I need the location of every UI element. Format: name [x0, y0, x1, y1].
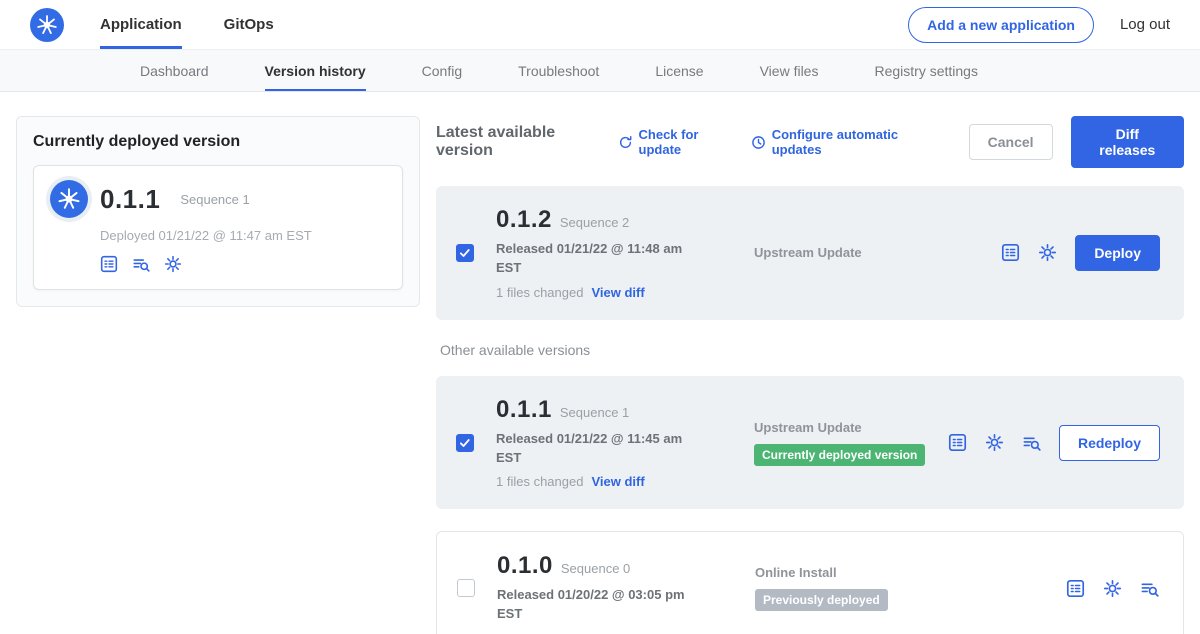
config-icon[interactable] — [1103, 579, 1122, 598]
version-source-label: Upstream Update — [754, 420, 948, 435]
currently-deployed-panel: Currently deployed version 0.1.1 Sequenc… — [16, 116, 420, 307]
version-sequence: Sequence 1 — [560, 405, 629, 420]
config-icon[interactable] — [164, 255, 182, 273]
version-history-panel: Latest available version Check for updat… — [436, 116, 1184, 634]
version-source-label: Upstream Update — [754, 245, 1001, 260]
version-checkbox[interactable] — [456, 434, 474, 452]
release-notes-icon[interactable] — [948, 433, 967, 452]
release-notes-icon[interactable] — [1066, 579, 1085, 598]
subtab-dashboard[interactable]: Dashboard — [140, 50, 209, 91]
deploy-button[interactable]: Deploy — [1075, 235, 1160, 271]
config-icon[interactable] — [1038, 243, 1057, 262]
previously-deployed-badge: Previously deployed — [755, 589, 888, 611]
version-number: 0.1.1 — [496, 396, 552, 424]
version-number: 0.1.0 — [497, 552, 553, 580]
diff-icon[interactable] — [1022, 433, 1041, 452]
version-row: 0.1.1 Sequence 1 Released 01/21/22 @ 11:… — [436, 376, 1184, 510]
version-source-label: Online Install — [755, 565, 1066, 580]
view-diff-link[interactable]: View diff — [591, 285, 644, 300]
subtab-license[interactable]: License — [655, 50, 703, 91]
files-changed-label: 1 files changed — [496, 285, 583, 300]
version-released: Released 01/20/22 @ 03:05 pm EST — [497, 586, 695, 624]
diff-icon[interactable] — [1140, 579, 1159, 598]
kubernetes-app-icon — [50, 180, 88, 218]
redeploy-button[interactable]: Redeploy — [1059, 425, 1160, 461]
version-sequence: Sequence 0 — [561, 561, 630, 576]
diff-releases-button[interactable]: Diff releases — [1071, 116, 1184, 168]
version-number: 0.1.2 — [496, 206, 552, 234]
currently-deployed-badge: Currently deployed version — [754, 444, 925, 466]
top-navbar: Application GitOps Add a new application… — [0, 0, 1200, 50]
subtab-view-files[interactable]: View files — [760, 50, 819, 91]
version-row: 0.1.2 Sequence 2 Released 01/21/22 @ 11:… — [436, 186, 1184, 320]
subtab-troubleshoot[interactable]: Troubleshoot — [518, 50, 599, 91]
configure-automatic-updates-link[interactable]: Configure automatic updates — [751, 127, 933, 157]
release-notes-icon[interactable] — [1001, 243, 1020, 262]
version-released: Released 01/21/22 @ 11:48 am EST — [496, 240, 694, 278]
version-row: 0.1.0 Sequence 0 Released 01/20/22 @ 03:… — [436, 531, 1184, 634]
subtab-registry-settings[interactable]: Registry settings — [874, 50, 977, 91]
view-diff-link[interactable]: View diff — [591, 474, 644, 489]
subtab-config[interactable]: Config — [422, 50, 462, 91]
subtab-version-history[interactable]: Version history — [265, 50, 366, 91]
version-checkbox[interactable] — [456, 244, 474, 262]
deployed-version-number: 0.1.1 — [100, 184, 160, 215]
version-sequence: Sequence 2 — [560, 215, 629, 230]
files-changed-label: 1 files changed — [496, 474, 583, 489]
version-released: Released 01/21/22 @ 11:45 am EST — [496, 430, 694, 468]
app-subnav: Dashboard Version history Config Trouble… — [0, 50, 1200, 92]
cancel-button[interactable]: Cancel — [969, 124, 1053, 160]
other-versions-title: Other available versions — [440, 342, 1184, 358]
deployed-timestamp: Deployed 01/21/22 @ 11:47 am EST — [100, 228, 386, 243]
latest-available-title: Latest available version — [436, 124, 600, 160]
logout-link[interactable]: Log out — [1120, 16, 1170, 33]
refresh-icon — [618, 135, 633, 150]
release-notes-icon[interactable] — [100, 255, 118, 273]
deployed-version-sequence: Sequence 1 — [180, 192, 249, 207]
kubernetes-logo-icon — [30, 8, 64, 42]
add-application-button[interactable]: Add a new application — [908, 7, 1094, 43]
diff-icon[interactable] — [132, 255, 150, 273]
tab-application[interactable]: Application — [100, 0, 182, 49]
config-icon[interactable] — [985, 433, 1004, 452]
tab-gitops[interactable]: GitOps — [224, 0, 274, 49]
check-for-update-link[interactable]: Check for update — [618, 127, 733, 157]
version-checkbox[interactable] — [457, 579, 475, 597]
currently-deployed-title: Currently deployed version — [33, 133, 403, 151]
deployed-version-card: 0.1.1 Sequence 1 Deployed 01/21/22 @ 11:… — [33, 165, 403, 290]
clock-icon — [751, 135, 766, 150]
